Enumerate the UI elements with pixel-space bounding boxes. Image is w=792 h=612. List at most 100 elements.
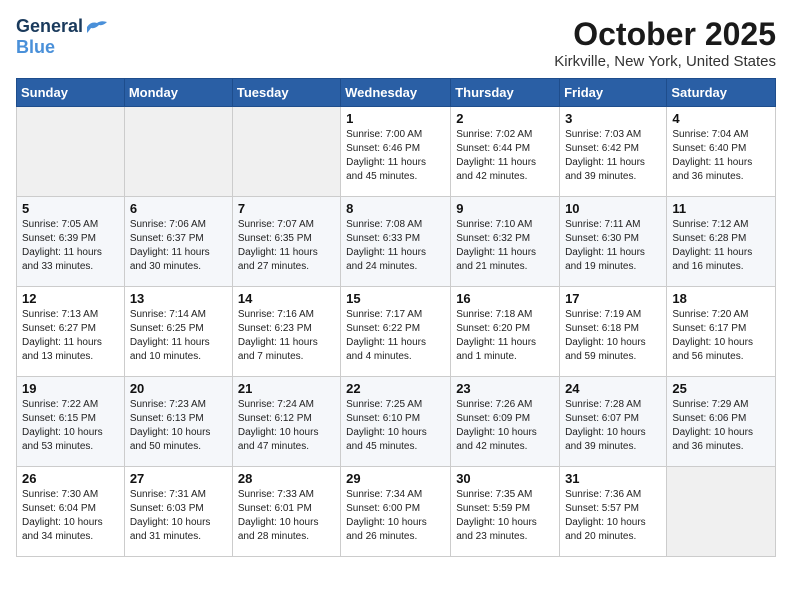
day-info: Sunrise: 7:10 AMSunset: 6:32 PMDaylight:… [456, 218, 554, 274]
day-info: Sunrise: 7:34 AMSunset: 6:00 PMDaylight:… [346, 488, 445, 544]
week-row-1: 1 Sunrise: 7:00 AMSunset: 6:46 PMDayligh… [17, 107, 776, 197]
day-number: 24 [565, 381, 661, 396]
day-cell: 27 Sunrise: 7:31 AMSunset: 6:03 PMDaylig… [124, 467, 232, 557]
day-info: Sunrise: 7:00 AMSunset: 6:46 PMDaylight:… [346, 128, 445, 184]
day-cell: 8 Sunrise: 7:08 AMSunset: 6:33 PMDayligh… [341, 197, 451, 287]
logo-blue-text: Blue [16, 37, 55, 58]
day-info: Sunrise: 7:35 AMSunset: 5:59 PMDaylight:… [456, 488, 554, 544]
day-cell: 9 Sunrise: 7:10 AMSunset: 6:32 PMDayligh… [451, 197, 560, 287]
day-info: Sunrise: 7:17 AMSunset: 6:22 PMDaylight:… [346, 308, 445, 364]
day-cell: 23 Sunrise: 7:26 AMSunset: 6:09 PMDaylig… [451, 377, 560, 467]
day-info: Sunrise: 7:14 AMSunset: 6:25 PMDaylight:… [130, 308, 227, 364]
month-title: October 2025 [554, 16, 776, 53]
weekday-header-friday: Friday [560, 79, 667, 107]
day-info: Sunrise: 7:23 AMSunset: 6:13 PMDaylight:… [130, 398, 227, 454]
day-cell: 14 Sunrise: 7:16 AMSunset: 6:23 PMDaylig… [232, 287, 340, 377]
day-cell: 25 Sunrise: 7:29 AMSunset: 6:06 PMDaylig… [667, 377, 776, 467]
day-number: 28 [238, 471, 335, 486]
day-info: Sunrise: 7:31 AMSunset: 6:03 PMDaylight:… [130, 488, 227, 544]
day-number: 22 [346, 381, 445, 396]
day-info: Sunrise: 7:18 AMSunset: 6:20 PMDaylight:… [456, 308, 554, 364]
day-info: Sunrise: 7:20 AMSunset: 6:17 PMDaylight:… [672, 308, 770, 364]
day-cell: 19 Sunrise: 7:22 AMSunset: 6:15 PMDaylig… [17, 377, 125, 467]
day-cell: 7 Sunrise: 7:07 AMSunset: 6:35 PMDayligh… [232, 197, 340, 287]
day-info: Sunrise: 7:24 AMSunset: 6:12 PMDaylight:… [238, 398, 335, 454]
day-cell: 3 Sunrise: 7:03 AMSunset: 6:42 PMDayligh… [560, 107, 667, 197]
day-number: 23 [456, 381, 554, 396]
day-info: Sunrise: 7:33 AMSunset: 6:01 PMDaylight:… [238, 488, 335, 544]
day-cell: 22 Sunrise: 7:25 AMSunset: 6:10 PMDaylig… [341, 377, 451, 467]
title-area: October 2025 Kirkville, New York, United… [554, 16, 776, 70]
day-cell: 28 Sunrise: 7:33 AMSunset: 6:01 PMDaylig… [232, 467, 340, 557]
day-number: 13 [130, 291, 227, 306]
day-cell: 20 Sunrise: 7:23 AMSunset: 6:13 PMDaylig… [124, 377, 232, 467]
day-cell: 24 Sunrise: 7:28 AMSunset: 6:07 PMDaylig… [560, 377, 667, 467]
day-number: 5 [22, 201, 119, 216]
day-cell: 11 Sunrise: 7:12 AMSunset: 6:28 PMDaylig… [667, 197, 776, 287]
day-number: 10 [565, 201, 661, 216]
day-cell: 4 Sunrise: 7:04 AMSunset: 6:40 PMDayligh… [667, 107, 776, 197]
day-info: Sunrise: 7:11 AMSunset: 6:30 PMDaylight:… [565, 218, 661, 274]
day-number: 1 [346, 111, 445, 126]
calendar: SundayMondayTuesdayWednesdayThursdayFrid… [16, 78, 776, 557]
day-cell: 31 Sunrise: 7:36 AMSunset: 5:57 PMDaylig… [560, 467, 667, 557]
weekday-header-row: SundayMondayTuesdayWednesdayThursdayFrid… [17, 79, 776, 107]
day-number: 27 [130, 471, 227, 486]
day-number: 14 [238, 291, 335, 306]
day-info: Sunrise: 7:19 AMSunset: 6:18 PMDaylight:… [565, 308, 661, 364]
day-cell: 6 Sunrise: 7:06 AMSunset: 6:37 PMDayligh… [124, 197, 232, 287]
weekday-header-sunday: Sunday [17, 79, 125, 107]
day-number: 11 [672, 201, 770, 216]
day-cell [17, 107, 125, 197]
logo-general-text: General [16, 16, 83, 37]
week-row-3: 12 Sunrise: 7:13 AMSunset: 6:27 PMDaylig… [17, 287, 776, 377]
day-info: Sunrise: 7:28 AMSunset: 6:07 PMDaylight:… [565, 398, 661, 454]
day-info: Sunrise: 7:25 AMSunset: 6:10 PMDaylight:… [346, 398, 445, 454]
day-info: Sunrise: 7:30 AMSunset: 6:04 PMDaylight:… [22, 488, 119, 544]
day-info: Sunrise: 7:12 AMSunset: 6:28 PMDaylight:… [672, 218, 770, 274]
day-number: 4 [672, 111, 770, 126]
week-row-5: 26 Sunrise: 7:30 AMSunset: 6:04 PMDaylig… [17, 467, 776, 557]
day-cell: 18 Sunrise: 7:20 AMSunset: 6:17 PMDaylig… [667, 287, 776, 377]
day-info: Sunrise: 7:16 AMSunset: 6:23 PMDaylight:… [238, 308, 335, 364]
day-info: Sunrise: 7:29 AMSunset: 6:06 PMDaylight:… [672, 398, 770, 454]
day-cell: 16 Sunrise: 7:18 AMSunset: 6:20 PMDaylig… [451, 287, 560, 377]
day-cell [124, 107, 232, 197]
day-number: 20 [130, 381, 227, 396]
day-number: 6 [130, 201, 227, 216]
day-number: 15 [346, 291, 445, 306]
day-number: 16 [456, 291, 554, 306]
week-row-4: 19 Sunrise: 7:22 AMSunset: 6:15 PMDaylig… [17, 377, 776, 467]
week-row-2: 5 Sunrise: 7:05 AMSunset: 6:39 PMDayligh… [17, 197, 776, 287]
weekday-header-saturday: Saturday [667, 79, 776, 107]
day-cell: 29 Sunrise: 7:34 AMSunset: 6:00 PMDaylig… [341, 467, 451, 557]
day-cell: 17 Sunrise: 7:19 AMSunset: 6:18 PMDaylig… [560, 287, 667, 377]
weekday-header-thursday: Thursday [451, 79, 560, 107]
day-cell: 12 Sunrise: 7:13 AMSunset: 6:27 PMDaylig… [17, 287, 125, 377]
day-cell: 21 Sunrise: 7:24 AMSunset: 6:12 PMDaylig… [232, 377, 340, 467]
day-number: 19 [22, 381, 119, 396]
day-number: 26 [22, 471, 119, 486]
day-cell: 15 Sunrise: 7:17 AMSunset: 6:22 PMDaylig… [341, 287, 451, 377]
day-number: 25 [672, 381, 770, 396]
day-cell: 13 Sunrise: 7:14 AMSunset: 6:25 PMDaylig… [124, 287, 232, 377]
day-cell [232, 107, 340, 197]
day-info: Sunrise: 7:03 AMSunset: 6:42 PMDaylight:… [565, 128, 661, 184]
day-cell: 26 Sunrise: 7:30 AMSunset: 6:04 PMDaylig… [17, 467, 125, 557]
weekday-header-wednesday: Wednesday [341, 79, 451, 107]
day-number: 9 [456, 201, 554, 216]
day-cell: 1 Sunrise: 7:00 AMSunset: 6:46 PMDayligh… [341, 107, 451, 197]
day-cell: 5 Sunrise: 7:05 AMSunset: 6:39 PMDayligh… [17, 197, 125, 287]
day-info: Sunrise: 7:22 AMSunset: 6:15 PMDaylight:… [22, 398, 119, 454]
day-info: Sunrise: 7:36 AMSunset: 5:57 PMDaylight:… [565, 488, 661, 544]
day-cell: 30 Sunrise: 7:35 AMSunset: 5:59 PMDaylig… [451, 467, 560, 557]
day-info: Sunrise: 7:02 AMSunset: 6:44 PMDaylight:… [456, 128, 554, 184]
header: General Blue October 2025 Kirkville, New… [16, 16, 776, 70]
day-number: 21 [238, 381, 335, 396]
day-number: 18 [672, 291, 770, 306]
day-number: 8 [346, 201, 445, 216]
day-number: 31 [565, 471, 661, 486]
weekday-header-monday: Monday [124, 79, 232, 107]
day-info: Sunrise: 7:06 AMSunset: 6:37 PMDaylight:… [130, 218, 227, 274]
day-info: Sunrise: 7:26 AMSunset: 6:09 PMDaylight:… [456, 398, 554, 454]
